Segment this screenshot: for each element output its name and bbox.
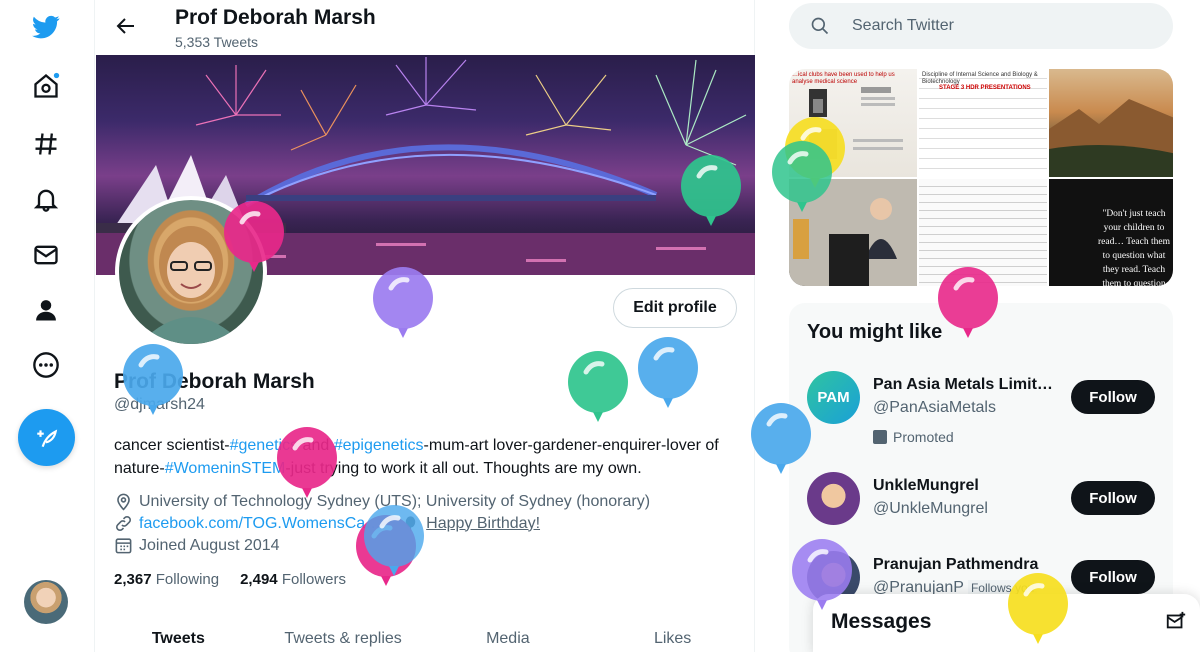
profile-main-column: Prof Deborah Marsh 5,353 Tweets Edit pro… xyxy=(96,0,755,652)
calendar-icon xyxy=(115,538,132,554)
promoted-text: Promoted xyxy=(893,429,954,445)
more-dots-icon[interactable] xyxy=(22,341,70,389)
tab-likes[interactable]: Likes xyxy=(590,618,755,652)
media-thumb-2-stage: STAGE 3 HDR PRESENTATIONS xyxy=(939,85,1031,91)
suggestion-item[interactable]: UnkleMungrel @UnkleMungrel Follow xyxy=(807,472,1167,528)
media-thumb-3-landscape[interactable] xyxy=(1049,69,1173,177)
media-thumb-1-heading: …ical clubs have been used to help us an… xyxy=(792,72,895,85)
profile-bio: cancer scientist-#genetics and #epigenet… xyxy=(114,434,744,480)
profile-header-bar: Prof Deborah Marsh 5,353 Tweets xyxy=(96,0,755,55)
bio-text: and xyxy=(298,437,334,454)
messages-title: Messages xyxy=(831,610,932,633)
hashtag-link-womeninstem[interactable]: #WomeninSTEM xyxy=(165,460,286,477)
profile-joined: Joined August 2014 xyxy=(114,536,280,555)
media-thumb-6-quote[interactable]: "Don't just teach your children to read…… xyxy=(1049,179,1173,286)
joined-text: Joined August 2014 xyxy=(139,536,280,554)
profile-photo-illustration xyxy=(139,226,243,344)
twitter-logo-icon[interactable] xyxy=(22,3,70,51)
media-thumb-5-document[interactable] xyxy=(919,179,1047,286)
media-thumb-2[interactable]: Discipline of Internal Science and Biolo… xyxy=(919,69,1047,177)
media-thumb-1[interactable]: …ical clubs have been used to help us an… xyxy=(789,69,917,177)
follow-stats: 2,367 Following 2,494 Followers xyxy=(114,571,346,588)
account-avatar[interactable] xyxy=(24,580,68,624)
profile-website-row: facebook.com/TOG.WomensCa… Happy Birthda… xyxy=(114,514,540,533)
messages-drawer[interactable]: Messages xyxy=(813,594,1200,652)
new-message-icon[interactable] xyxy=(1165,610,1187,632)
website-link[interactable]: facebook.com/TOG.WomensCa… xyxy=(139,515,381,533)
search-placeholder: Search Twitter xyxy=(852,17,954,34)
back-arrow-icon[interactable] xyxy=(114,14,138,38)
edit-profile-button[interactable]: Edit profile xyxy=(613,288,737,328)
profile-person-icon[interactable] xyxy=(22,286,70,334)
following-link[interactable]: 2,367 Following xyxy=(114,571,219,588)
suggestion-name: UnkleMungrel xyxy=(873,477,979,494)
messages-envelope-icon[interactable] xyxy=(22,231,70,279)
tab-tweets-replies[interactable]: Tweets & replies xyxy=(261,618,426,652)
search-icon xyxy=(811,17,829,35)
following-count: 2,367 xyxy=(114,571,152,588)
notifications-bell-icon[interactable] xyxy=(22,175,70,223)
profile-avatar[interactable] xyxy=(115,196,267,348)
mountain-landscape-illustration xyxy=(1049,99,1173,177)
suggestion-name: Pan Asia Metals Limit… xyxy=(873,376,1053,393)
balloon-icon xyxy=(405,516,416,532)
followers-label: Followers xyxy=(281,571,346,588)
tab-media[interactable]: Media xyxy=(426,618,591,652)
followers-link[interactable]: 2,494 Followers xyxy=(240,571,346,588)
profile-media-grid: …ical clubs have been used to help us an… xyxy=(789,69,1173,286)
media-thumb-4-photo[interactable] xyxy=(789,179,917,286)
suggestion-avatar xyxy=(807,472,860,525)
follow-button[interactable]: Follow xyxy=(1071,560,1155,594)
link-icon xyxy=(116,516,131,531)
page-title: Prof Deborah Marsh xyxy=(175,6,376,29)
hashtag-link-epigenetics[interactable]: #epigenetics xyxy=(334,437,424,454)
location-pin-icon xyxy=(117,493,130,511)
profile-display-name: Prof Deborah Marsh xyxy=(114,370,315,393)
suggestion-avatar: PAM xyxy=(807,371,860,424)
location-text: University of Technology Sydney (UTS); U… xyxy=(139,492,651,510)
compose-tweet-button[interactable] xyxy=(18,409,75,466)
home-icon[interactable] xyxy=(22,62,70,110)
follow-button[interactable]: Follow xyxy=(1071,380,1155,414)
suggestion-name: Pranujan Pathmendra xyxy=(873,556,1039,573)
birthday-link[interactable]: Happy Birthday! xyxy=(426,515,540,533)
suggestion-handle: @UnkleMungrel xyxy=(873,500,988,517)
profile-location: University of Technology Sydney (UTS); U… xyxy=(114,492,650,511)
who-to-follow-title: You might like xyxy=(807,321,943,343)
tweet-count: 5,353 Tweets xyxy=(175,34,259,50)
followers-count: 2,494 xyxy=(240,571,278,588)
feather-plus-icon xyxy=(36,429,57,447)
bio-text: -just trying to work it all out. Thought… xyxy=(285,460,642,477)
bio-text: cancer scientist- xyxy=(114,437,230,454)
profile-tabs: Tweets Tweets & replies Media Likes xyxy=(96,618,755,652)
suggestion-handle: @PanAsiaMetals xyxy=(873,399,996,416)
promoted-icon xyxy=(873,430,887,444)
left-sidebar xyxy=(0,0,95,652)
profile-handle: @djmarsh24 xyxy=(114,396,205,413)
hashtag-link-genetics[interactable]: #genetics xyxy=(230,437,299,454)
following-label: Following xyxy=(155,571,220,588)
quote-text: "Don't just teach your children to read…… xyxy=(1098,209,1170,286)
person-at-lectern-illustration xyxy=(789,179,917,286)
suggestion-item[interactable]: PAM Pan Asia Metals Limit… @PanAsiaMetal… xyxy=(807,371,1167,445)
promoted-label: Promoted xyxy=(873,429,954,445)
explore-hashtag-icon[interactable] xyxy=(22,120,70,168)
search-bar[interactable]: Search Twitter xyxy=(789,3,1173,49)
tab-tweets[interactable]: Tweets xyxy=(96,618,261,652)
follow-button[interactable]: Follow xyxy=(1071,481,1155,515)
media-thumb-2-heading: Discipline of Internal Science and Biolo… xyxy=(922,72,1038,85)
